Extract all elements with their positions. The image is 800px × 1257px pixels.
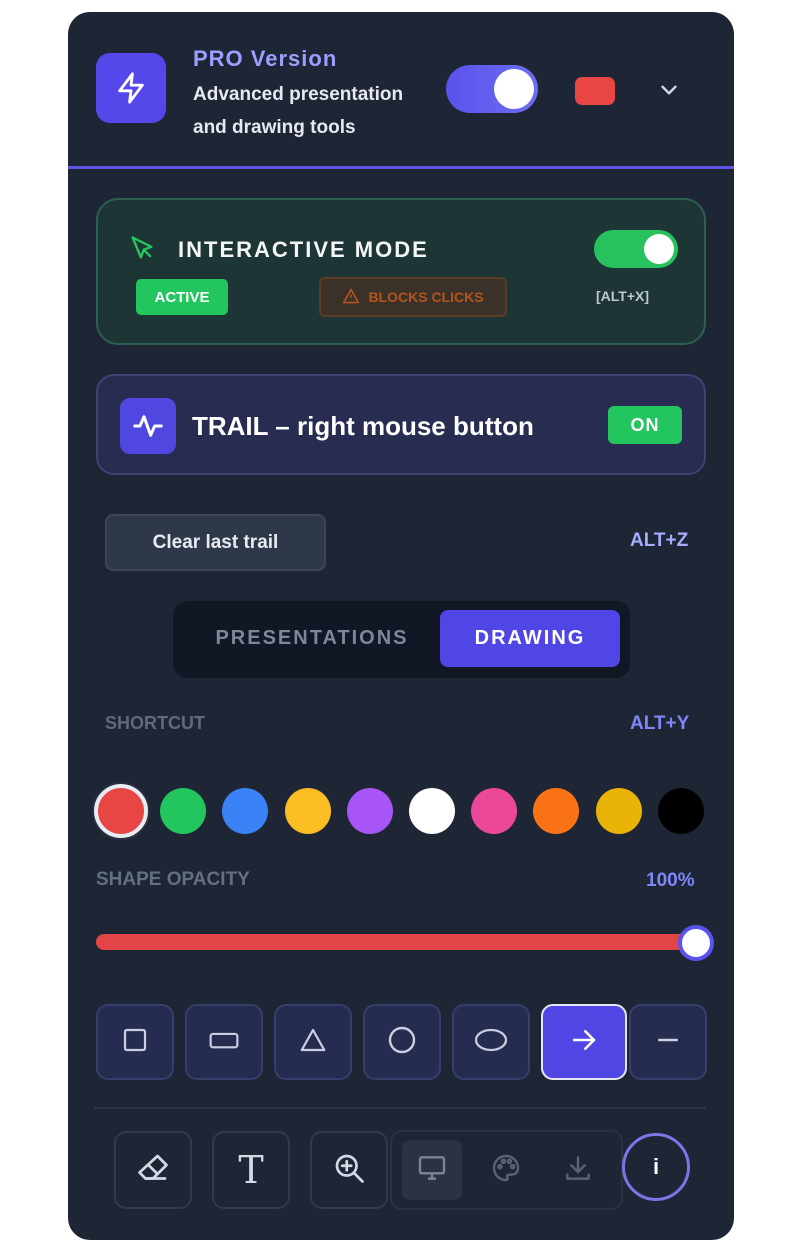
clear-shortcut: ALT+Z (630, 530, 689, 551)
monitor-icon (416, 1152, 448, 1189)
panel-header: PRO Version Advanced presentation and dr… (68, 12, 734, 169)
zoom-in-icon (331, 1150, 367, 1191)
ellipse-shape-button[interactable] (452, 1004, 530, 1080)
trail-label: TRAIL – right mouse button (192, 411, 534, 441)
triangle-shape-button[interactable] (274, 1004, 352, 1080)
bottom-divider (94, 1107, 706, 1109)
shortcut-value: ALT+Y (630, 713, 690, 734)
color-swatch-purple[interactable] (346, 788, 393, 834)
arrow-shape-button[interactable] (541, 1004, 627, 1080)
toggle-knob (644, 234, 674, 264)
opacity-slider-thumb[interactable] (678, 925, 714, 961)
palette-button[interactable] (476, 1140, 536, 1200)
text-icon: T (238, 1148, 264, 1192)
shape-opacity-value: 100% (646, 870, 695, 891)
activity-wave-icon (120, 398, 176, 454)
pro-toggle[interactable] (446, 65, 538, 113)
color-swatch-white[interactable] (409, 788, 455, 834)
arrow-right-icon (569, 1025, 599, 1060)
color-swatch-yellow[interactable] (284, 788, 331, 834)
square-icon (120, 1025, 150, 1060)
chevron-down-icon[interactable] (656, 77, 682, 103)
interactive-mode-card: INTERACTIVE MODE ACTIVE BLOCKS CLICKS [A… (96, 198, 706, 345)
monitor-button[interactable] (402, 1140, 462, 1200)
current-color-chip[interactable] (575, 77, 615, 105)
color-swatch-orange[interactable] (533, 788, 580, 834)
color-swatch-pink[interactable] (471, 788, 518, 834)
palette-icon (490, 1152, 522, 1189)
rectangle-icon (207, 1025, 241, 1060)
bolt-icon (96, 53, 166, 123)
opacity-slider-fill (96, 934, 696, 950)
circle-shape-button[interactable] (363, 1004, 441, 1080)
tab-presentations[interactable]: PRESENTATIONS (187, 610, 437, 667)
eraser-button[interactable] (114, 1131, 192, 1209)
eraser-icon (135, 1150, 171, 1191)
interactive-mode-toggle[interactable] (594, 230, 678, 268)
color-swatch-green[interactable] (160, 788, 207, 834)
line-icon (653, 1025, 683, 1060)
line-shape-button[interactable] (629, 1004, 707, 1080)
color-swatch-black[interactable] (657, 788, 704, 834)
color-swatch-red[interactable] (94, 784, 148, 838)
interactive-shortcut: [ALT+X] (596, 288, 650, 304)
ellipse-icon (471, 1025, 511, 1060)
circle-icon (386, 1024, 418, 1061)
square-shape-button[interactable] (96, 1004, 174, 1080)
view-tool-group (390, 1130, 623, 1210)
toggle-knob (494, 69, 534, 109)
cursor-arrow-icon (128, 234, 156, 262)
info-button[interactable]: i (622, 1133, 690, 1201)
pro-subtitle: Advanced presentation and drawing tools (193, 84, 404, 138)
header-divider (68, 166, 734, 169)
shape-opacity-label: SHAPE OPACITY (96, 869, 250, 890)
download-icon (562, 1152, 594, 1189)
interactive-mode-title: INTERACTIVE MODE (178, 237, 429, 262)
download-button[interactable] (548, 1140, 608, 1200)
trail-card[interactable]: TRAIL – right mouse button ON (96, 374, 706, 475)
color-swatch-gold[interactable] (595, 788, 642, 834)
color-swatch-blue[interactable] (222, 788, 269, 834)
text-tool-button[interactable]: T (212, 1131, 290, 1209)
opacity-slider[interactable] (96, 925, 714, 961)
color-palette (94, 784, 704, 838)
shortcut-label: SHORTCUT (105, 713, 205, 733)
triangle-icon (297, 1025, 329, 1060)
clear-last-trail-button[interactable]: Clear last trail (105, 514, 326, 571)
rectangle-shape-button[interactable] (185, 1004, 263, 1080)
tab-drawing[interactable]: DRAWING (440, 610, 620, 667)
blocks-clicks-label: BLOCKS CLICKS (368, 289, 484, 305)
active-badge: ACTIVE (136, 279, 228, 315)
mode-tabs: PRESENTATIONS DRAWING (173, 601, 630, 678)
warning-triangle-icon (342, 288, 360, 307)
trail-status-badge[interactable]: ON (608, 406, 682, 444)
zoom-button[interactable] (310, 1131, 388, 1209)
blocks-clicks-badge: BLOCKS CLICKS (319, 277, 507, 317)
pro-panel: PRO Version Advanced presentation and dr… (68, 12, 734, 1240)
pro-title: PRO Version (193, 46, 338, 71)
info-icon: i (652, 1154, 660, 1179)
shape-toolbar (96, 1004, 708, 1080)
